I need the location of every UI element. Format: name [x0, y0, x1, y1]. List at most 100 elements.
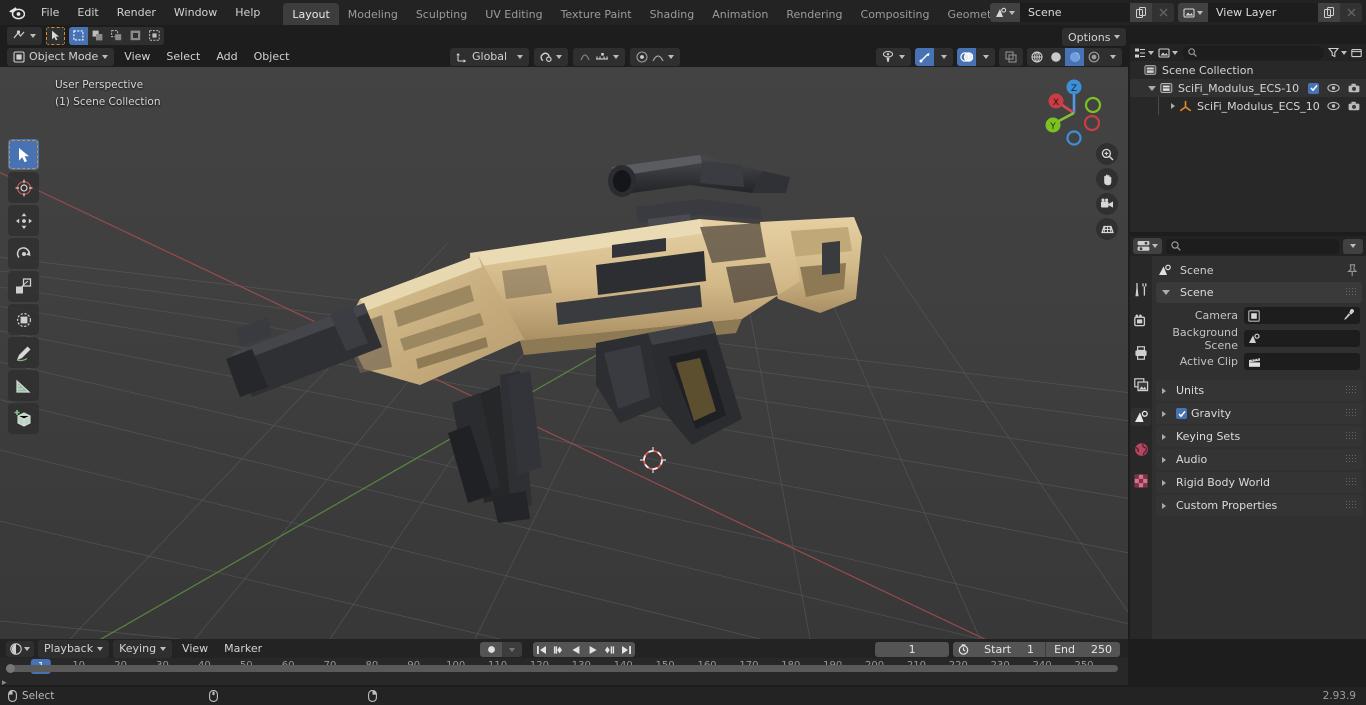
tool-transform[interactable]: [8, 304, 39, 335]
remove-view-layer-button[interactable]: [1340, 3, 1362, 22]
timeline-scroll-handle-left[interactable]: [6, 664, 15, 673]
overlay-dropdown-icon[interactable]: [976, 47, 995, 66]
proportional-editing-toggle[interactable]: [630, 47, 681, 66]
outliner-filter-button[interactable]: [1328, 47, 1347, 58]
gravity-checkbox[interactable]: [1176, 408, 1187, 419]
zoom-icon[interactable]: [1096, 143, 1118, 165]
auto-keying-dropdown[interactable]: [502, 642, 522, 657]
properties-options-button[interactable]: [1343, 238, 1363, 254]
chevron-right-icon[interactable]: [1162, 410, 1166, 417]
panel-header-gravity[interactable]: Gravity: [1156, 403, 1362, 424]
timeline-editor[interactable]: Playback Keying View Marker 1 Start 1 En…: [0, 639, 1128, 688]
outliner-search-input[interactable]: [1182, 45, 1324, 60]
eye-icon[interactable]: [1327, 101, 1340, 111]
chevron-right-icon[interactable]: [1162, 456, 1166, 463]
scene-icon[interactable]: [990, 3, 1020, 22]
outliner-row-object-scifi[interactable]: SciFi_Modulus_ECS_10: [1130, 97, 1366, 115]
workspace-tab-modeling[interactable]: Modeling: [339, 3, 407, 27]
camera-icon[interactable]: [1096, 193, 1118, 215]
tool-cursor[interactable]: [8, 172, 39, 203]
3d-viewport[interactable]: User Perspective (1) Scene Collection Z …: [0, 67, 1128, 639]
select-extend-icon[interactable]: [88, 26, 107, 45]
jump-to-prev-keyframe-button[interactable]: [550, 642, 567, 657]
workspace-tab-uv-editing[interactable]: UV Editing: [476, 3, 551, 27]
timeline-menu-playback[interactable]: Playback: [38, 639, 110, 658]
active-clip-field[interactable]: [1244, 353, 1360, 370]
select-subtract-icon[interactable]: [107, 26, 126, 45]
panel-header-custom-properties[interactable]: Custom Properties: [1156, 495, 1362, 516]
properties-tab-scene[interactable]: [1131, 408, 1151, 426]
menu-edit[interactable]: Edit: [68, 3, 107, 22]
use-preview-range-button[interactable]: [953, 642, 974, 657]
chevron-right-icon[interactable]: [1171, 103, 1175, 109]
overlay-toggle-group[interactable]: [957, 47, 995, 66]
pin-icon[interactable]: [1346, 263, 1358, 277]
eyedropper-icon[interactable]: [1343, 309, 1355, 321]
new-view-layer-button[interactable]: [1318, 3, 1340, 22]
outliner-editor[interactable]: Scene Collection SciFi_Modulus_ECS-10 Sc…: [1130, 44, 1366, 232]
workspace-tab-texture-paint[interactable]: Texture Paint: [552, 3, 641, 27]
select-invert-icon[interactable]: [126, 26, 145, 45]
properties-tab-render[interactable]: [1131, 312, 1151, 330]
solid-shading-icon[interactable]: [1046, 47, 1065, 66]
view-layer-selector[interactable]: View Layer: [1178, 3, 1362, 22]
scene-selector[interactable]: Scene: [990, 3, 1174, 22]
panel-header-rigid-body-world[interactable]: Rigid Body World: [1156, 472, 1362, 493]
shading-dropdown-icon[interactable]: [1103, 47, 1122, 66]
options-dropdown[interactable]: Options: [1062, 28, 1127, 46]
falloff-curve-icon[interactable]: [652, 51, 664, 63]
xray-toggle-button[interactable]: [999, 47, 1023, 66]
panel-header-audio[interactable]: Audio: [1156, 449, 1362, 470]
shading-mode-group[interactable]: [1027, 47, 1122, 66]
unlink-scene-button[interactable]: [1152, 3, 1174, 22]
chevron-down-icon[interactable]: [1162, 290, 1170, 295]
properties-tab-texture[interactable]: [1131, 472, 1151, 490]
timeline-scrollbar[interactable]: [6, 665, 1118, 672]
outliner-display-mode-button[interactable]: [1158, 47, 1178, 59]
gizmo-dropdown-icon[interactable]: [934, 47, 953, 66]
gizmo-toggle-group[interactable]: [915, 47, 953, 66]
view-layer-icon[interactable]: [1178, 3, 1208, 22]
timeline-menu-marker[interactable]: Marker: [218, 640, 268, 658]
camera-render-icon[interactable]: [1348, 83, 1360, 93]
panel-header-units[interactable]: Units: [1156, 380, 1362, 401]
chevron-right-icon[interactable]: [1162, 387, 1166, 394]
chevron-down-icon[interactable]: [1148, 85, 1156, 91]
eye-icon[interactable]: [1327, 83, 1340, 93]
viewport-menu-object[interactable]: Object: [248, 48, 296, 66]
overlays-icon[interactable]: [957, 47, 976, 66]
wireframe-shading-icon[interactable]: [1027, 47, 1046, 66]
snap-increment-icon[interactable]: [595, 51, 609, 63]
frame-end-field[interactable]: End 250: [1045, 642, 1120, 657]
properties-tab-world[interactable]: [1131, 440, 1151, 458]
gizmo-icon[interactable]: [915, 47, 934, 66]
background-scene-field[interactable]: [1244, 330, 1360, 347]
proportional-edit-group[interactable]: [573, 47, 626, 66]
tool-select-box[interactable]: [8, 139, 39, 170]
viewport-menu-view[interactable]: View: [118, 48, 156, 66]
play-reverse-button[interactable]: [567, 642, 584, 657]
editor-type-button[interactable]: [7, 26, 42, 45]
jump-to-start-button[interactable]: [533, 642, 550, 657]
ortho-grid-icon[interactable]: [1096, 218, 1118, 240]
properties-tab-tool[interactable]: [1131, 280, 1151, 298]
tool-move[interactable]: [8, 205, 39, 236]
tweak-mode-group[interactable]: [46, 26, 65, 45]
tool-scale[interactable]: [8, 271, 39, 302]
viewport-menu-select[interactable]: Select: [160, 48, 206, 66]
outliner-row-scene-collection[interactable]: Scene Collection: [1130, 61, 1366, 79]
timeline-editor-type-button[interactable]: [6, 640, 34, 657]
menu-render[interactable]: Render: [108, 3, 165, 22]
viewport-menu-add[interactable]: Add: [210, 48, 243, 66]
properties-search-input[interactable]: [1166, 238, 1339, 254]
menu-help[interactable]: Help: [226, 3, 269, 22]
blender-logo-icon[interactable]: [6, 3, 26, 23]
viewport-navigation-gizmo[interactable]: Z X Y: [1038, 75, 1110, 147]
select-intersect-icon[interactable]: [145, 26, 164, 45]
jump-to-end-button[interactable]: [618, 642, 635, 657]
chevron-right-icon[interactable]: [1162, 479, 1166, 486]
model-scifi-modulus-ecs-10[interactable]: [0, 67, 1128, 639]
material-preview-shading-icon[interactable]: [1065, 47, 1084, 66]
tool-measure[interactable]: [8, 370, 39, 401]
object-mode-dropdown[interactable]: Object Mode: [7, 47, 115, 66]
